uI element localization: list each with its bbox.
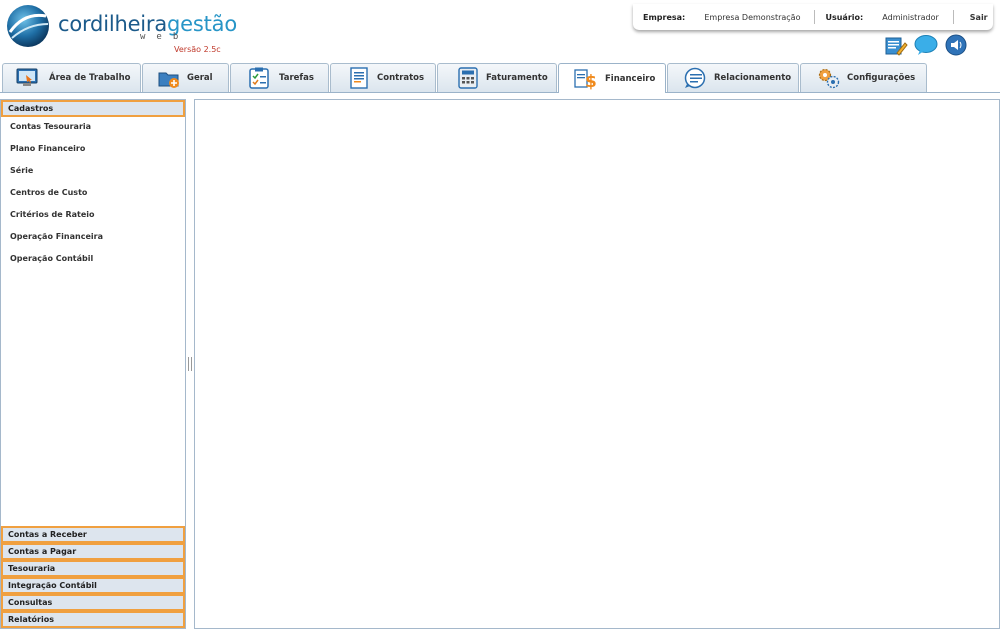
user-value: Administrador bbox=[882, 12, 939, 22]
tab-label: Faturamento bbox=[486, 73, 548, 83]
tab-tarefas[interactable]: Tarefas bbox=[230, 63, 329, 92]
main-content-area bbox=[194, 99, 1000, 629]
sidebar-menu: Cadastros Contas Tesouraria Plano Financ… bbox=[0, 99, 186, 629]
tab-financeiro[interactable]: $ Financeiro bbox=[558, 63, 666, 93]
menu-item-centros-de-custo[interactable]: Centros de Custo bbox=[1, 183, 185, 205]
logo: cordilheiragestão web Versão 2.5c bbox=[4, 2, 237, 58]
menu-item-serie[interactable]: Série bbox=[1, 161, 185, 183]
notepad-icon[interactable] bbox=[884, 34, 908, 56]
tab-relacionamento[interactable]: Relacionamento bbox=[667, 63, 799, 92]
menu-item-contas-tesouraria[interactable]: Contas Tesouraria bbox=[1, 117, 185, 139]
tab-label: Tarefas bbox=[279, 73, 314, 83]
tab-faturamento[interactable]: Faturamento bbox=[437, 63, 557, 92]
section-header-consultas[interactable]: Consultas bbox=[1, 594, 185, 611]
logout-link[interactable]: Sair bbox=[954, 13, 988, 22]
section-header-cadastros[interactable]: Cadastros bbox=[1, 100, 185, 117]
header: cordilheiragestão web Versão 2.5c Empres… bbox=[0, 0, 1000, 62]
tab-label: Geral bbox=[187, 73, 213, 83]
tab-label: Relacionamento bbox=[714, 73, 792, 83]
sound-icon[interactable] bbox=[944, 34, 968, 56]
logo-globe-icon bbox=[7, 5, 49, 47]
section-header-integracao-contabil[interactable]: Integração Contábil bbox=[1, 577, 185, 594]
tab-label: Configurações bbox=[847, 73, 916, 83]
session-bar: Empresa: Empresa Demonstração Usuário: A… bbox=[633, 4, 993, 30]
user-label: Usuário: bbox=[825, 12, 864, 22]
quick-icons bbox=[884, 34, 968, 56]
document-icon bbox=[347, 67, 371, 89]
tab-label: Financeiro bbox=[605, 73, 656, 84]
section-header-contas-a-receber[interactable]: Contas a Receber bbox=[1, 526, 185, 543]
tab-label: Área de Trabalho bbox=[49, 73, 131, 83]
money-icon: $ bbox=[573, 68, 597, 92]
menu-item-operacao-financeira[interactable]: Operação Financeira bbox=[1, 227, 185, 249]
splitter-grip[interactable] bbox=[188, 357, 192, 371]
company-value: Empresa Demonstração bbox=[704, 12, 801, 22]
menu-item-criterios-de-rateio[interactable]: Critérios de Rateio bbox=[1, 205, 185, 227]
cadastros-item-list: Contas Tesouraria Plano Financeiro Série… bbox=[1, 117, 185, 271]
svg-text:$: $ bbox=[585, 72, 597, 90]
company-label: Empresa: bbox=[643, 12, 686, 22]
checklist-icon bbox=[247, 67, 271, 89]
tab-configuracoes[interactable]: Configurações bbox=[800, 63, 927, 92]
gears-icon bbox=[817, 67, 841, 89]
menu-item-operacao-contabil[interactable]: Operação Contábil bbox=[1, 249, 185, 271]
folder-add-icon bbox=[157, 67, 181, 89]
panel-splitter[interactable] bbox=[186, 99, 194, 629]
logo-subtitle: web bbox=[140, 32, 190, 42]
section-header-contas-a-pagar[interactable]: Contas a Pagar bbox=[1, 543, 185, 560]
monitor-icon bbox=[15, 67, 39, 89]
user-info: Usuário: Administrador bbox=[815, 13, 938, 22]
tab-area-de-trabalho[interactable]: Área de Trabalho bbox=[2, 63, 141, 92]
calculator-icon bbox=[456, 67, 480, 89]
menu-item-plano-financeiro[interactable]: Plano Financeiro bbox=[1, 139, 185, 161]
tab-label: Contratos bbox=[377, 73, 425, 83]
version-label: Versão 2.5c bbox=[174, 45, 221, 54]
tab-contratos[interactable]: Contratos bbox=[330, 63, 436, 92]
section-header-tesouraria[interactable]: Tesouraria bbox=[1, 560, 185, 577]
section-header-relatorios[interactable]: Relatórios bbox=[1, 611, 185, 628]
app-window: cordilheiragestão web Versão 2.5c Empres… bbox=[0, 0, 1000, 632]
collapsed-sections: Contas a Receber Contas a Pagar Tesourar… bbox=[1, 526, 185, 628]
main-tabs: Área de Trabalho Geral Tarefas Contratos… bbox=[0, 63, 1000, 93]
company-info: Empresa: Empresa Demonstração bbox=[633, 13, 800, 22]
tab-geral[interactable]: Geral bbox=[142, 63, 229, 92]
contact-icon bbox=[684, 67, 708, 89]
chat-icon[interactable] bbox=[914, 34, 938, 56]
